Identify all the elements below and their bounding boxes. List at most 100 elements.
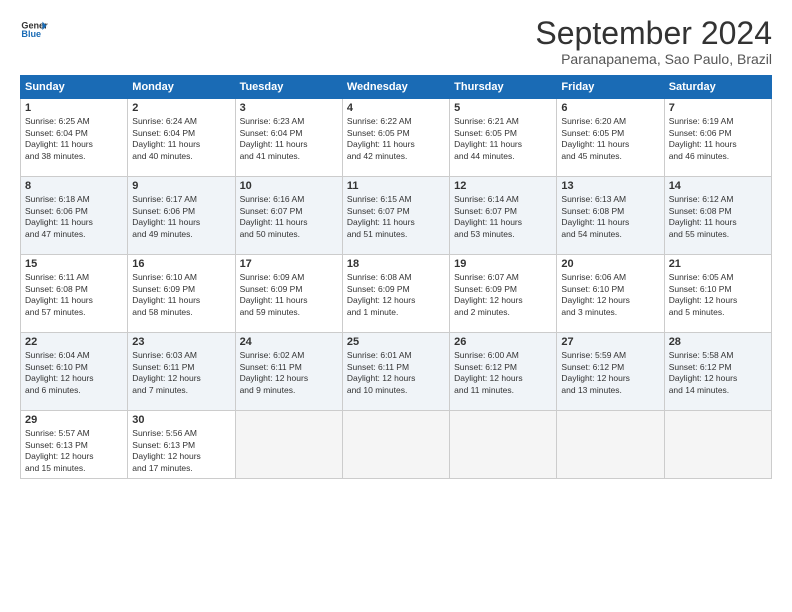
calendar-cell: 16 Sunrise: 6:10 AMSunset: 6:09 PMDayligh… [128,255,235,333]
calendar-cell: 1 Sunrise: 6:25 AMSunset: 6:04 PMDaylight… [21,99,128,177]
day-info: Sunrise: 6:22 AMSunset: 6:05 PMDaylight:… [347,116,445,162]
day-number: 11 [347,180,445,192]
calendar-cell: 13 Sunrise: 6:13 AMSunset: 6:08 PMDayligh… [557,177,664,255]
day-number: 2 [132,102,230,114]
day-number: 12 [454,180,552,192]
day-info: Sunrise: 6:02 AMSunset: 6:11 PMDaylight:… [240,350,338,396]
day-number: 28 [669,336,767,348]
day-info: Sunrise: 6:18 AMSunset: 6:06 PMDaylight:… [25,194,123,240]
calendar-cell: 4 Sunrise: 6:22 AMSunset: 6:05 PMDaylight… [342,99,449,177]
day-number: 27 [561,336,659,348]
day-info: Sunrise: 6:19 AMSunset: 6:06 PMDaylight:… [669,116,767,162]
calendar-cell: 20 Sunrise: 6:06 AMSunset: 6:10 PMDayligh… [557,255,664,333]
calendar-cell: 19 Sunrise: 6:07 AMSunset: 6:09 PMDayligh… [450,255,557,333]
day-number: 1 [25,102,123,114]
day-number: 18 [347,258,445,270]
day-info: Sunrise: 6:03 AMSunset: 6:11 PMDaylight:… [132,350,230,396]
day-number: 13 [561,180,659,192]
column-header-friday: Friday [557,76,664,99]
calendar-cell: 27 Sunrise: 5:59 AMSunset: 6:12 PMDayligh… [557,333,664,411]
day-info: Sunrise: 5:58 AMSunset: 6:12 PMDaylight:… [669,350,767,396]
day-info: Sunrise: 5:56 AMSunset: 6:13 PMDaylight:… [132,428,230,474]
location: Paranapanema, Sao Paulo, Brazil [535,51,772,67]
day-number: 25 [347,336,445,348]
calendar-cell: 23 Sunrise: 6:03 AMSunset: 6:11 PMDayligh… [128,333,235,411]
day-number: 23 [132,336,230,348]
day-number: 21 [669,258,767,270]
calendar-cell [235,411,342,479]
calendar-week-4: 22 Sunrise: 6:04 AMSunset: 6:10 PMDayligh… [21,333,772,411]
calendar-cell: 17 Sunrise: 6:09 AMSunset: 6:09 PMDayligh… [235,255,342,333]
calendar-cell: 12 Sunrise: 6:14 AMSunset: 6:07 PMDayligh… [450,177,557,255]
day-number: 17 [240,258,338,270]
calendar-cell: 5Sunrise: 6:21 AMSunset: 6:05 PMDaylight… [450,99,557,177]
day-info: Sunrise: 6:13 AMSunset: 6:08 PMDaylight:… [561,194,659,240]
calendar-cell: 30 Sunrise: 5:56 AMSunset: 6:13 PMDayligh… [128,411,235,479]
day-info: Sunrise: 6:21 AMSunset: 6:05 PMDaylight:… [454,116,552,162]
day-number: 20 [561,258,659,270]
day-info: Sunrise: 6:20 AMSunset: 6:05 PMDaylight:… [561,116,659,162]
calendar-cell: 8 Sunrise: 6:18 AMSunset: 6:06 PMDaylight… [21,177,128,255]
calendar-cell: 29 Sunrise: 5:57 AMSunset: 6:13 PMDayligh… [21,411,128,479]
day-info: Sunrise: 6:15 AMSunset: 6:07 PMDaylight:… [347,194,445,240]
calendar-cell: 6 Sunrise: 6:20 AMSunset: 6:05 PMDaylight… [557,99,664,177]
day-number: 19 [454,258,552,270]
day-number: 6 [561,102,659,114]
day-number: 26 [454,336,552,348]
calendar-cell: 11 Sunrise: 6:15 AMSunset: 6:07 PMDayligh… [342,177,449,255]
day-number: 15 [25,258,123,270]
day-info: Sunrise: 5:57 AMSunset: 6:13 PMDaylight:… [25,428,123,474]
day-info: Sunrise: 6:09 AMSunset: 6:09 PMDaylight:… [240,272,338,318]
day-info: Sunrise: 6:04 AMSunset: 6:10 PMDaylight:… [25,350,123,396]
day-info: Sunrise: 5:59 AMSunset: 6:12 PMDaylight:… [561,350,659,396]
logo: General Blue [20,16,48,44]
day-number: 3 [240,102,338,114]
column-header-tuesday: Tuesday [235,76,342,99]
calendar-week-2: 8 Sunrise: 6:18 AMSunset: 6:06 PMDaylight… [21,177,772,255]
column-header-thursday: Thursday [450,76,557,99]
calendar-cell [342,411,449,479]
calendar-week-3: 15 Sunrise: 6:11 AMSunset: 6:08 PMDayligh… [21,255,772,333]
day-number: 30 [132,414,230,426]
column-header-monday: Monday [128,76,235,99]
day-number: 14 [669,180,767,192]
calendar-cell: 9 Sunrise: 6:17 AMSunset: 6:06 PMDaylight… [128,177,235,255]
calendar-cell: 18Sunrise: 6:08 AMSunset: 6:09 PMDayligh… [342,255,449,333]
svg-text:Blue: Blue [21,29,41,39]
day-number: 10 [240,180,338,192]
calendar-cell [557,411,664,479]
day-number: 7 [669,102,767,114]
calendar-cell: 3Sunrise: 6:23 AMSunset: 6:04 PMDaylight… [235,99,342,177]
day-info: Sunrise: 6:10 AMSunset: 6:09 PMDaylight:… [132,272,230,318]
day-number: 4 [347,102,445,114]
calendar-cell: 25 Sunrise: 6:01 AMSunset: 6:11 PMDayligh… [342,333,449,411]
calendar-cell: 14Sunrise: 6:12 AMSunset: 6:08 PMDayligh… [664,177,771,255]
day-info: Sunrise: 6:17 AMSunset: 6:06 PMDaylight:… [132,194,230,240]
day-info: Sunrise: 6:14 AMSunset: 6:07 PMDaylight:… [454,194,552,240]
day-info: Sunrise: 6:00 AMSunset: 6:12 PMDaylight:… [454,350,552,396]
day-number: 8 [25,180,123,192]
day-number: 24 [240,336,338,348]
day-number: 22 [25,336,123,348]
day-info: Sunrise: 6:01 AMSunset: 6:11 PMDaylight:… [347,350,445,396]
day-info: Sunrise: 6:05 AMSunset: 6:10 PMDaylight:… [669,272,767,318]
day-info: Sunrise: 6:25 AMSunset: 6:04 PMDaylight:… [25,116,123,162]
calendar-header-row: SundayMondayTuesdayWednesdayThursdayFrid… [21,76,772,99]
column-header-saturday: Saturday [664,76,771,99]
calendar-cell [450,411,557,479]
day-number: 9 [132,180,230,192]
day-info: Sunrise: 6:06 AMSunset: 6:10 PMDaylight:… [561,272,659,318]
calendar-cell: 28 Sunrise: 5:58 AMSunset: 6:12 PMDayligh… [664,333,771,411]
calendar-cell: 24 Sunrise: 6:02 AMSunset: 6:11 PMDayligh… [235,333,342,411]
title-block: September 2024 Paranapanema, Sao Paulo, … [535,16,772,67]
calendar-week-5: 29 Sunrise: 5:57 AMSunset: 6:13 PMDayligh… [21,411,772,479]
calendar-cell: 26 Sunrise: 6:00 AMSunset: 6:12 PMDayligh… [450,333,557,411]
calendar-cell: 7 Sunrise: 6:19 AMSunset: 6:06 PMDaylight… [664,99,771,177]
day-info: Sunrise: 6:11 AMSunset: 6:08 PMDaylight:… [25,272,123,318]
column-header-sunday: Sunday [21,76,128,99]
day-number: 29 [25,414,123,426]
day-info: Sunrise: 6:07 AMSunset: 6:09 PMDaylight:… [454,272,552,318]
day-number: 16 [132,258,230,270]
day-info: Sunrise: 6:16 AMSunset: 6:07 PMDaylight:… [240,194,338,240]
header: General Blue September 2024 Paranapanema… [20,16,772,67]
